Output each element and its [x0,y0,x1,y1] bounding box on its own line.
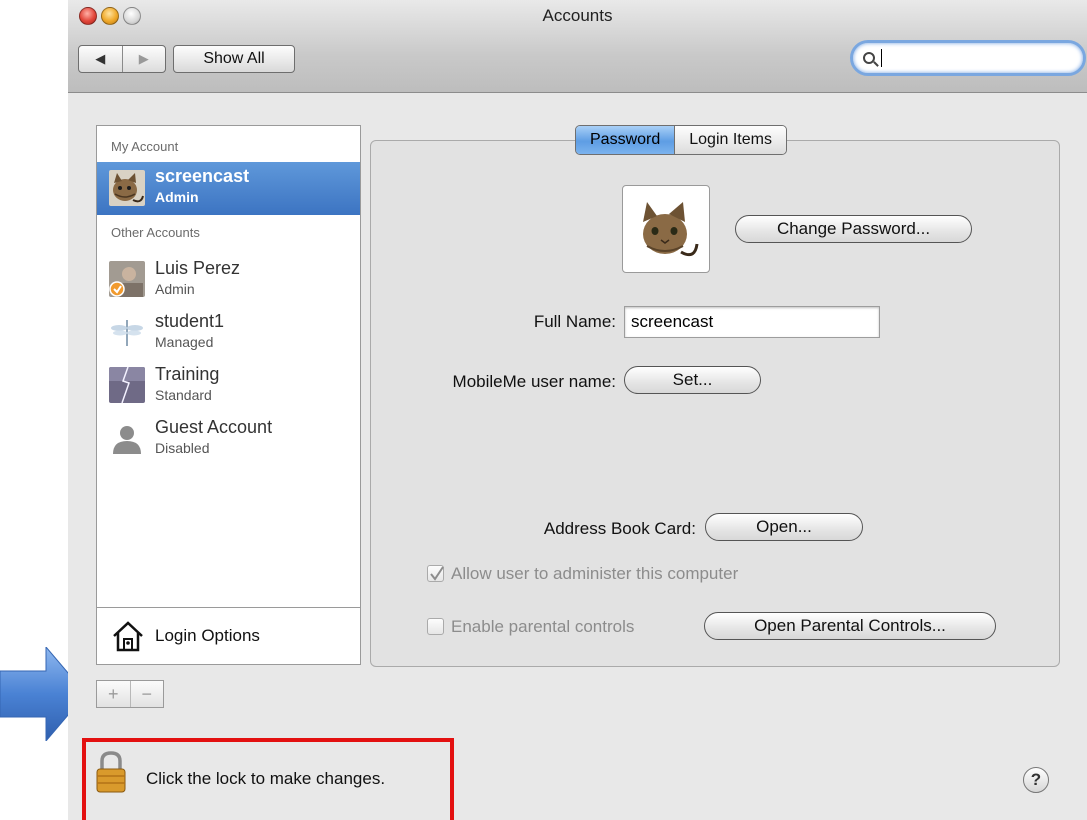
account-item-luis-perez[interactable]: Luis Perez Admin [97,253,360,306]
accounts-list: My Account screencast Admin Other Accoun… [96,125,361,665]
user-picture-well[interactable] [622,185,710,273]
checkmark-icon [430,566,444,581]
search-field[interactable] [850,40,1086,76]
account-item-student1[interactable]: student1 Managed [97,306,360,359]
add-remove-control: + − [96,680,164,708]
lock-message: Click the lock to make changes. [146,769,386,788]
window-title: Accounts [542,6,613,25]
remove-account-button[interactable]: − [129,681,164,707]
account-role: Standard [155,387,212,403]
allow-admin-label: Allow user to administer this computer [451,564,739,583]
forward-button[interactable]: ▶ [121,46,166,72]
dragonfly-avatar-icon [109,314,145,350]
address-book-open-button[interactable]: Open... [705,513,863,541]
address-book-label: Address Book Card: [543,519,696,538]
account-name: Training [155,364,220,384]
add-account-button[interactable]: + [97,681,130,707]
person-photo-avatar-icon [109,261,145,297]
title-bar: Accounts ◀ ▶ Show All [68,0,1087,93]
login-options-item[interactable]: Login Options [97,607,360,664]
account-role: Managed [155,334,214,350]
login-options-label: Login Options [155,626,260,645]
account-name: Guest Account [155,417,273,437]
tab-login-items[interactable]: Login Items [674,126,786,154]
search-icon [863,52,875,64]
account-item-training[interactable]: Training Standard [97,359,360,412]
account-item-screencast[interactable]: screencast Admin [97,162,360,215]
back-button[interactable]: ◀ [79,46,122,72]
other-accounts-header: Other Accounts [111,225,200,240]
account-role: Admin [155,189,199,205]
account-name: student1 [155,311,225,331]
lightning-avatar-icon [109,367,145,403]
full-name-field[interactable] [624,306,880,338]
house-icon [113,621,143,652]
my-account-header: My Account [111,139,179,154]
account-role: Disabled [155,440,210,456]
text-caret [881,49,882,67]
open-parental-controls-button[interactable]: Open Parental Controls... [704,612,996,640]
account-role: Admin [155,281,195,297]
account-name: Luis Perez [155,258,241,278]
help-button[interactable]: ? [1023,767,1049,793]
change-password-button[interactable]: Change Password... [735,215,972,243]
mobileme-set-button[interactable]: Set... [624,366,761,394]
tab-bar: Password Login Items [575,125,787,155]
search-input[interactable] [890,48,1074,68]
cat-avatar-icon [109,170,145,206]
cat-picture-icon [631,194,701,264]
lock-icon[interactable] [95,750,127,794]
show-all-button[interactable]: Show All [173,45,295,73]
accounts-window: Accounts ◀ ▶ Show All My Account screenc… [68,0,1087,820]
mobileme-label: MobileMe user name: [452,372,616,391]
full-name-label: Full Name: [533,312,616,331]
allow-admin-checkbox[interactable] [427,565,444,582]
parental-controls-checkbox[interactable] [427,618,444,635]
back-forward-control: ◀ ▶ [78,45,166,73]
account-name: screencast [155,166,250,186]
account-item-guest[interactable]: Guest Account Disabled [97,412,360,465]
tab-password[interactable]: Password [576,126,675,154]
parental-controls-label: Enable parental controls [451,617,635,636]
guest-user-icon [109,420,145,456]
